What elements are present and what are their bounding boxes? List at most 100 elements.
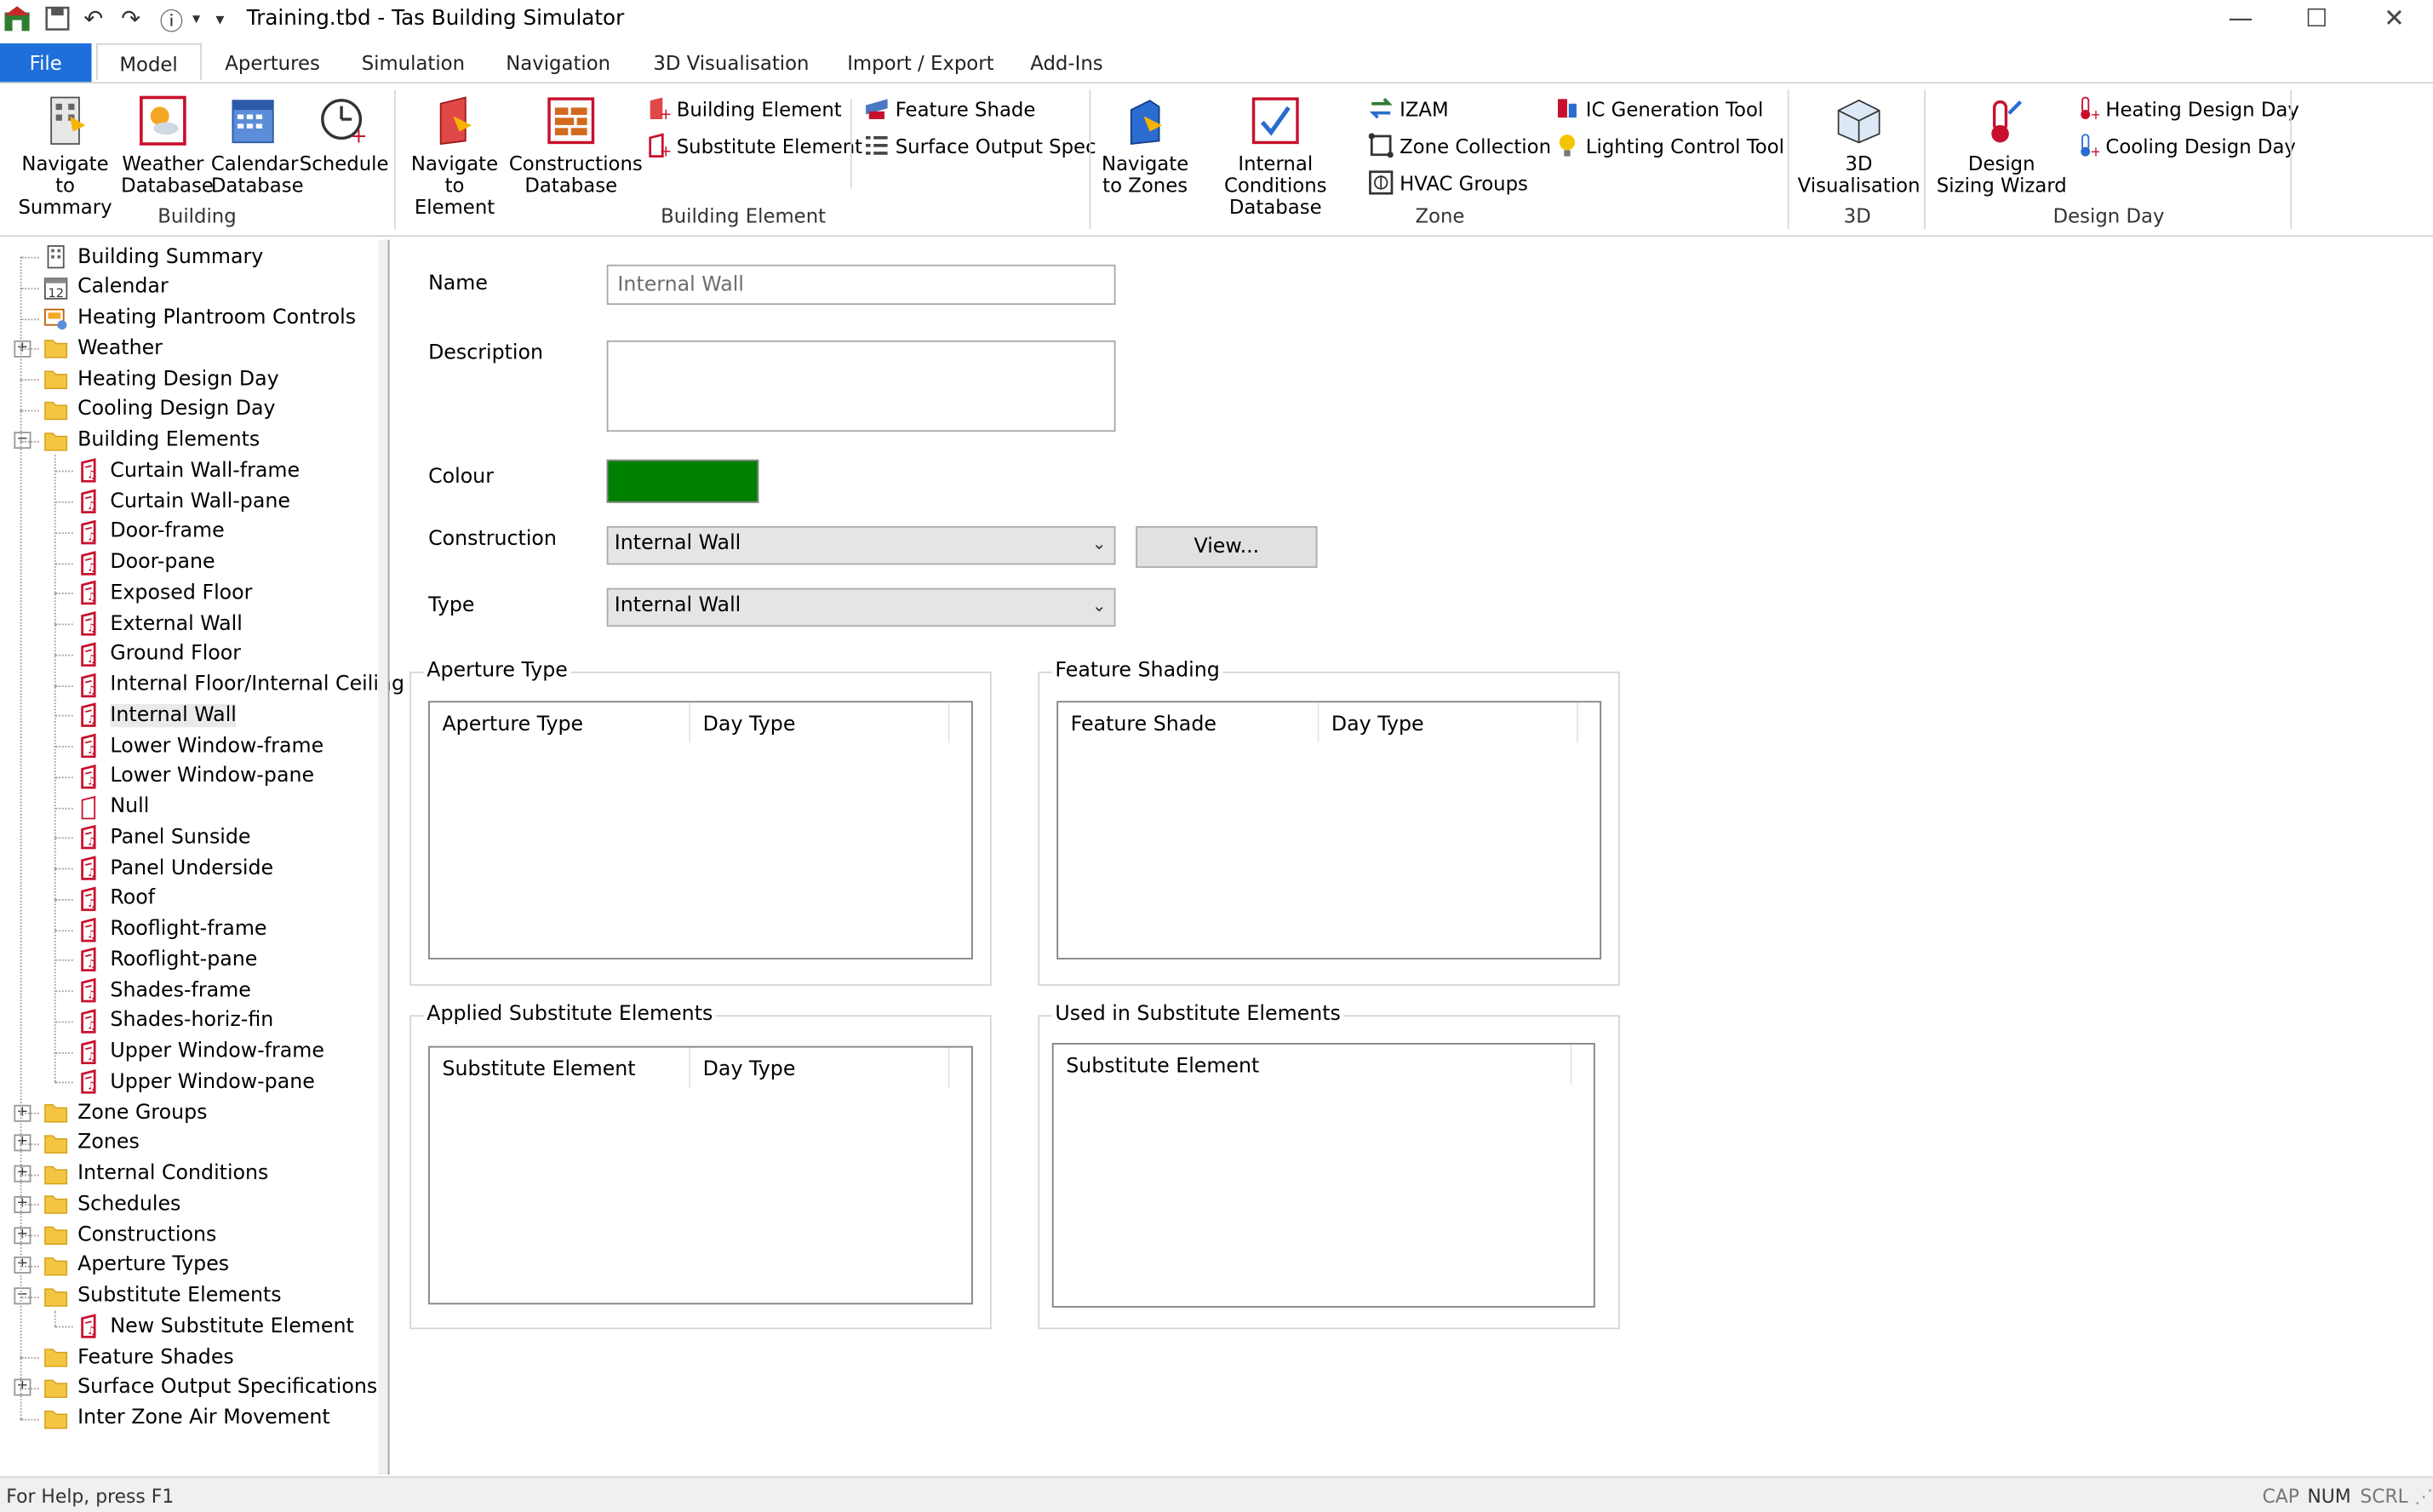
column-header-feature-shade[interactable]: Feature Shade	[1058, 702, 1320, 743]
used-in-substitute-list[interactable]: Substitute Element	[1051, 1043, 1595, 1308]
tree-item-label: Ground Floor	[110, 642, 242, 667]
tree-item-inter-zone-air-movement[interactable]: Inter Zone Air Movement	[42, 1403, 330, 1434]
tree-child-ground-floor[interactable]: ♫ Ground Floor	[74, 639, 241, 669]
tree-item-feature-shades[interactable]: Feature Shades	[42, 1342, 234, 1372]
tree-child-exposed-floor[interactable]: ♫ Exposed Floor	[74, 577, 252, 608]
redo-icon[interactable]: ↷	[121, 4, 140, 32]
construction-dropdown[interactable]: Internal Wall ⌄	[606, 525, 1116, 565]
tree-child-upper-window-pane[interactable]: ♫ Upper Window-pane	[74, 1067, 315, 1097]
applied-substitute-list[interactable]: Substitute Element Day Type	[428, 1045, 973, 1305]
3d-visualisation-button[interactable]: 3D Visualisation	[1797, 93, 1921, 197]
ic-generation-tool-button[interactable]: IC Generation Tool	[1554, 96, 1763, 121]
aperture-type-list[interactable]: Aperture Type Day Type	[428, 701, 973, 959]
tree-child-door-pane[interactable]: ♫ Door-pane	[74, 547, 215, 578]
schedule-button[interactable]: + Schedule	[300, 93, 389, 175]
heating-design-day-button[interactable]: + Heating Design Day	[2075, 96, 2299, 121]
substitute-element-button[interactable]: + Substitute Element	[645, 133, 862, 158]
tab-navigation[interactable]: Navigation	[506, 51, 610, 74]
tree-child-panel-sunside[interactable]: ♫ Panel Sunside	[74, 822, 251, 853]
column-header-aperture-type[interactable]: Aperture Type	[430, 702, 691, 743]
column-header-day-type[interactable]: Day Type	[690, 702, 950, 743]
dropdown-icon[interactable]: ▾	[192, 11, 200, 28]
save-icon[interactable]	[43, 4, 72, 38]
tree-item-heating-plantroom-controls[interactable]: Heating Plantroom Controls	[42, 302, 356, 333]
tree-item-internal-conditions[interactable]: + Internal Conditions	[14, 1158, 268, 1188]
minimize-icon[interactable]: —	[2222, 3, 2259, 33]
tree-item-building-elements[interactable]: − Building Elements	[14, 425, 260, 455]
type-dropdown[interactable]: Internal Wall ⌄	[606, 587, 1116, 627]
colour-swatch[interactable]	[606, 459, 759, 503]
tree-child-door-frame[interactable]: ♫ Door-frame	[74, 517, 225, 547]
tree-child-rooflight-frame[interactable]: ♫ Rooflight-frame	[74, 914, 267, 944]
column-header-day-type[interactable]: Day Type	[1319, 702, 1578, 743]
tree-item-weather[interactable]: + Weather	[14, 333, 163, 364]
tree-item-aperture-types[interactable]: + Aperture Types	[14, 1250, 229, 1280]
tree-child-internal-floor-internal-ceiling[interactable]: ♫ Internal Floor/Internal Ceiling	[74, 669, 404, 700]
surface-output-spec-button[interactable]: Surface Output Spec	[864, 133, 1096, 158]
constructions-database-button[interactable]: Constructions Database	[509, 93, 643, 197]
internal-conditions-database-button[interactable]: Internal Conditions Database	[1187, 93, 1364, 218]
column-header-substitute-element[interactable]: Substitute Element	[430, 1047, 691, 1088]
tree-item-heating-design-day[interactable]: Heating Design Day	[42, 364, 279, 394]
building-element-button[interactable]: + Building Element	[645, 96, 842, 121]
help-icon[interactable]: ⓘ	[160, 4, 183, 37]
tree-item-cooling-design-day[interactable]: Cooling Design Day	[42, 394, 276, 425]
navigate-to-element-button[interactable]: Navigate to Element	[404, 93, 506, 218]
tab-simulation[interactable]: Simulation	[362, 51, 465, 74]
zone-collection-button[interactable]: Zone Collection	[1368, 133, 1551, 158]
izam-button[interactable]: IZAM	[1369, 96, 1449, 121]
hvac-groups-button[interactable]: HVAC Groups	[1369, 170, 1528, 195]
tab-add-ins[interactable]: Add-Ins	[1030, 51, 1102, 74]
customize-toolbar-icon[interactable]: ▾	[215, 9, 224, 30]
tab-apertures[interactable]: Apertures	[225, 51, 320, 74]
tree-child-lower-window-pane[interactable]: ♫ Lower Window-pane	[74, 761, 314, 792]
feature-shading-group: Feature Shading Feature Shade Day Type	[1038, 659, 1620, 986]
name-input[interactable]	[606, 264, 1116, 306]
weather-database-button[interactable]: Weather Database	[121, 93, 214, 197]
tree-child-internal-wall[interactable]: ♫ Internal Wall	[74, 700, 237, 730]
tree-child-rooflight-pane[interactable]: ♫ Rooflight-pane	[74, 944, 257, 975]
tree-child-external-wall[interactable]: ♫ External Wall	[74, 608, 243, 639]
tree-child-lower-window-frame[interactable]: ♫ Lower Window-frame	[74, 730, 323, 761]
tree-item-calendar[interactable]: 12 Calendar	[42, 272, 169, 302]
tree-item-schedules[interactable]: + Schedules	[14, 1188, 180, 1219]
column-header-substitute-element[interactable]: Substitute Element	[1054, 1044, 1572, 1085]
tree-item-substitute-elements[interactable]: − Substitute Elements	[14, 1280, 282, 1311]
tree-child-shades-frame[interactable]: ♫ Shades-frame	[74, 975, 251, 1005]
tree-child-curtain-wall-pane[interactable]: ♫ Curtain Wall-pane	[74, 486, 290, 517]
feature-shade-button[interactable]: Feature Shade	[864, 96, 1035, 121]
undo-icon[interactable]: ↶	[83, 4, 103, 32]
tree-child-panel-underside[interactable]: ♫ Panel Underside	[74, 852, 273, 883]
tab-model[interactable]: Model	[96, 43, 202, 81]
tree-child-shades-horiz-fin[interactable]: ♫ Shades-horiz-fin	[74, 1005, 273, 1036]
navigate-to-zones-button[interactable]: Navigate to Zones	[1098, 93, 1191, 197]
tree-child-curtain-wall-frame[interactable]: ♫ Curtain Wall-frame	[74, 455, 300, 486]
view-construction-button[interactable]: View...	[1136, 525, 1318, 569]
lighting-control-tool-button[interactable]: Lighting Control Tool	[1554, 133, 1784, 158]
navigate-to-summary-button[interactable]: Navigate to Summary	[13, 93, 118, 218]
tree-child-null[interactable]: Null	[74, 792, 149, 822]
tab-file[interactable]: File	[0, 43, 92, 83]
maximize-icon[interactable]: ☐	[2298, 3, 2335, 33]
pane-splitter[interactable]	[378, 239, 390, 1475]
tree-child-new-substitute-element[interactable]: ♫ New Substitute Element	[74, 1311, 354, 1342]
cooling-design-day-button[interactable]: + Cooling Design Day	[2075, 133, 2296, 158]
feature-shading-list[interactable]: Feature Shade Day Type	[1056, 701, 1602, 959]
tab-3d-visualisation[interactable]: 3D Visualisation	[653, 51, 809, 74]
description-textarea[interactable]	[606, 340, 1116, 432]
tree-connector	[54, 562, 73, 564]
tree-item-surface-output-specifications[interactable]: + Surface Output Specifications	[14, 1372, 377, 1403]
close-icon[interactable]: ✕	[2376, 3, 2413, 33]
tab-import-export[interactable]: Import / Export	[847, 51, 993, 74]
column-header-day-type[interactable]: Day Type	[690, 1047, 950, 1088]
tree-item-zone-groups[interactable]: + Zone Groups	[14, 1097, 208, 1128]
tree-item-zones[interactable]: + Zones	[14, 1128, 140, 1159]
tree-item-building-summary[interactable]: Building Summary	[42, 242, 263, 272]
tree-child-upper-window-frame[interactable]: ♫ Upper Window-frame	[74, 1036, 324, 1067]
tree-item-constructions[interactable]: + Constructions	[14, 1219, 216, 1250]
design-sizing-wizard-button[interactable]: Design Sizing Wizard	[1937, 93, 2067, 197]
navigation-tree: Building Summary 12 Calendar Heating Plantr…	[0, 239, 404, 1475]
resize-grip-icon[interactable]: ⋰	[2414, 1486, 2433, 1507]
calendar-database-button[interactable]: Calendar Database	[211, 93, 304, 197]
tree-child-roof[interactable]: ♫ Roof	[74, 883, 155, 914]
